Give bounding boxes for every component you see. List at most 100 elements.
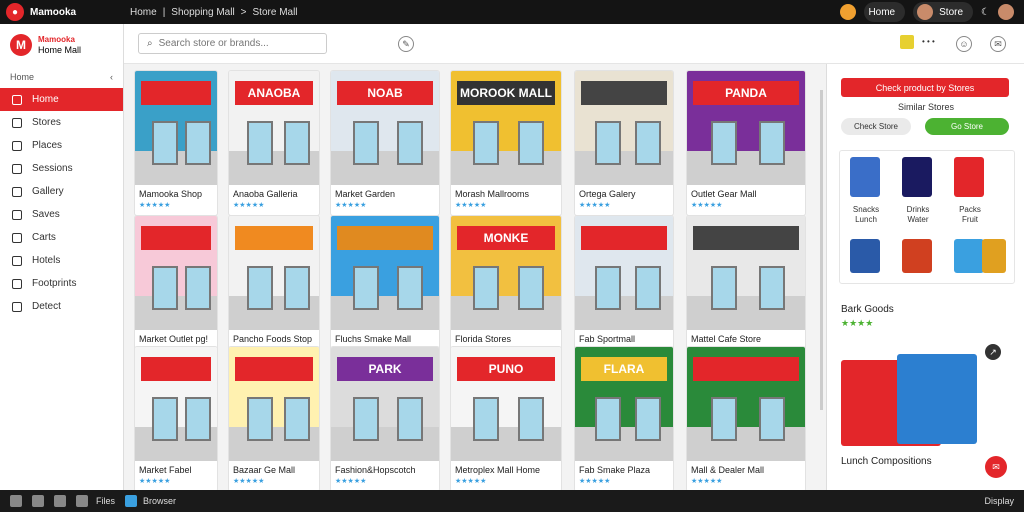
storefront-window — [397, 397, 423, 441]
store-card[interactable]: ANAOBA Anaoba Galleria ★★★★★ — [228, 70, 320, 216]
store-sign — [581, 226, 667, 250]
place-icon — [12, 140, 22, 151]
taskbar-label[interactable]: Files — [96, 496, 115, 506]
storefront-window — [353, 121, 379, 165]
store-card[interactable]: MONKEFlorida Stores★★★★★ — [450, 215, 562, 361]
store-thumbnail[interactable] — [135, 216, 217, 330]
moon-icon[interactable]: ☾ — [981, 7, 990, 18]
nav-store-mall[interactable]: Store Mall — [253, 7, 298, 18]
store-card[interactable]: PANDA Outlet Gear Mall ★★★★★ — [686, 70, 806, 216]
store-thumbnail[interactable]: MOROOK MALL — [451, 71, 561, 185]
user-profile[interactable]: Store — [913, 2, 974, 22]
start-icon[interactable] — [10, 495, 22, 507]
sidebar-logo-icon[interactable]: M — [10, 34, 32, 56]
clock: Display — [984, 496, 1014, 506]
store-thumbnail[interactable] — [575, 216, 673, 330]
edit-icon[interactable]: ✎ — [398, 36, 414, 52]
chat-bubble-icon[interactable]: ✉ — [985, 456, 1007, 478]
promo-image-box[interactable] — [897, 354, 977, 444]
store-thumbnail[interactable]: PUNO — [451, 347, 561, 461]
store-card[interactable]: Ortega Galery ★★★★★ — [574, 70, 674, 216]
store-card[interactable]: Mattel Cafe Store★★★★★ — [686, 215, 806, 361]
store-card[interactable]: Mamooka Shop ★★★★★ — [134, 70, 218, 216]
badge-icon[interactable] — [900, 35, 914, 49]
product-packs[interactable] — [954, 157, 984, 197]
store-thumbnail[interactable] — [331, 216, 439, 330]
store-card[interactable]: Bazaar Ge Mall ★★★★★ — [228, 346, 320, 492]
store-thumbnail[interactable] — [575, 71, 673, 185]
taskbar-icon[interactable] — [32, 495, 44, 507]
chat-icon[interactable]: ☺ — [956, 36, 972, 52]
sidebar-item-footprints[interactable]: Footprints — [0, 272, 123, 295]
product-item[interactable] — [902, 239, 932, 273]
notification-icon[interactable] — [840, 4, 857, 20]
sidebar-item-label: Gallery — [32, 186, 64, 197]
store-thumbnail[interactable]: NOAB — [331, 71, 439, 185]
product-item[interactable] — [954, 239, 984, 273]
storefront-window — [518, 266, 544, 310]
sidebar-item-hotels[interactable]: Hotels — [0, 249, 123, 272]
taskbar-icon[interactable] — [76, 495, 88, 507]
storefront-window — [247, 266, 273, 310]
menu-label[interactable]: • • • — [922, 37, 935, 46]
go-store-button[interactable]: Go Store — [925, 118, 1009, 135]
store-card[interactable]: Mall & Dealer Mall ★★★★★ — [686, 346, 806, 492]
storefront-window — [759, 266, 785, 310]
store-card[interactable]: Pancho Foods Stop★★★★★ — [228, 215, 320, 361]
search-input[interactable] — [158, 38, 309, 49]
nav-shopping-mall[interactable]: Shopping Mall — [171, 7, 234, 18]
store-thumbnail[interactable] — [229, 216, 319, 330]
taskbar-label[interactable]: Browser — [143, 496, 176, 506]
store-thumbnail[interactable]: PARK — [331, 347, 439, 461]
user-menu[interactable]: Home — [864, 2, 906, 22]
store-sign: MONKE — [457, 226, 555, 250]
store-card[interactable]: NOAB Market Garden ★★★★★ — [330, 70, 440, 216]
store-card[interactable]: MOROOK MALL Morash Mallrooms ★★★★★ — [450, 70, 562, 216]
store-card[interactable]: PUNO Metroplex Mall Home ★★★★★ — [450, 346, 562, 492]
product-item[interactable] — [850, 239, 880, 273]
product-item[interactable] — [982, 239, 1006, 273]
store-thumbnail[interactable]: MONKE — [451, 216, 561, 330]
store-thumbnail[interactable]: ANAOBA — [229, 71, 319, 185]
store-card[interactable]: Market Outlet pg!★★★★★ — [134, 215, 218, 361]
store-sign — [693, 226, 799, 250]
store-card[interactable]: Fluchs Smake Mall★★★★★ — [330, 215, 440, 361]
browser-icon[interactable] — [125, 495, 138, 507]
store-thumbnail[interactable] — [135, 347, 217, 461]
sidebar-item-sessions[interactable]: Sessions — [0, 157, 123, 180]
cart-icon[interactable]: ✉ — [990, 36, 1006, 52]
share-icon[interactable]: ↗ — [985, 344, 1001, 360]
check-products-button[interactable]: Check product by Stores — [841, 78, 1009, 97]
sidebar-item-gallery[interactable]: Gallery — [0, 180, 123, 203]
store-card[interactable]: Market Fabel ★★★★★ — [134, 346, 218, 492]
store-card[interactable]: Fab Sportmall★★★★★ — [574, 215, 674, 361]
store-thumbnail[interactable]: FLARA — [575, 347, 673, 461]
avatar-secondary[interactable] — [998, 4, 1014, 20]
product-label: Water — [907, 215, 929, 224]
store-thumbnail[interactable] — [135, 71, 217, 185]
search-box[interactable]: ⌕ — [138, 33, 327, 54]
store-thumbnail[interactable] — [687, 347, 805, 461]
product-snacks[interactable] — [850, 157, 880, 197]
sidebar-item-places[interactable]: Places — [0, 134, 123, 157]
sidebar-item-detect[interactable]: Detect — [0, 295, 123, 318]
check-store-button[interactable]: Check Store — [841, 118, 911, 135]
store-caption: Metroplex Mall Home — [455, 465, 541, 475]
store-card[interactable]: FLARA Fab Smake Plaza ★★★★★ — [574, 346, 674, 492]
store-thumbnail[interactable]: PANDA — [687, 71, 805, 185]
sidebar-item-home[interactable]: Home — [0, 88, 123, 111]
product-drinks[interactable] — [902, 157, 932, 197]
store-rating: ★★★★★ — [233, 202, 265, 209]
store-thumbnail[interactable] — [229, 347, 319, 461]
sidebar-item-saves[interactable]: Saves — [0, 203, 123, 226]
app-logo-icon[interactable]: ● — [6, 3, 24, 21]
store-card[interactable]: PARK Fashion&Hopscotch ★★★★★ — [330, 346, 440, 492]
collapse-icon[interactable]: ‹ — [110, 72, 113, 82]
nav-home[interactable]: Home — [130, 7, 157, 18]
sidebar-item-stores[interactable]: Stores — [0, 111, 123, 134]
store-sign: MOROOK MALL — [457, 81, 555, 105]
store-thumbnail[interactable] — [687, 216, 805, 330]
scrollbar[interactable] — [820, 90, 823, 410]
taskbar-icon[interactable] — [54, 495, 66, 507]
sidebar-item-carts[interactable]: Carts — [0, 226, 123, 249]
